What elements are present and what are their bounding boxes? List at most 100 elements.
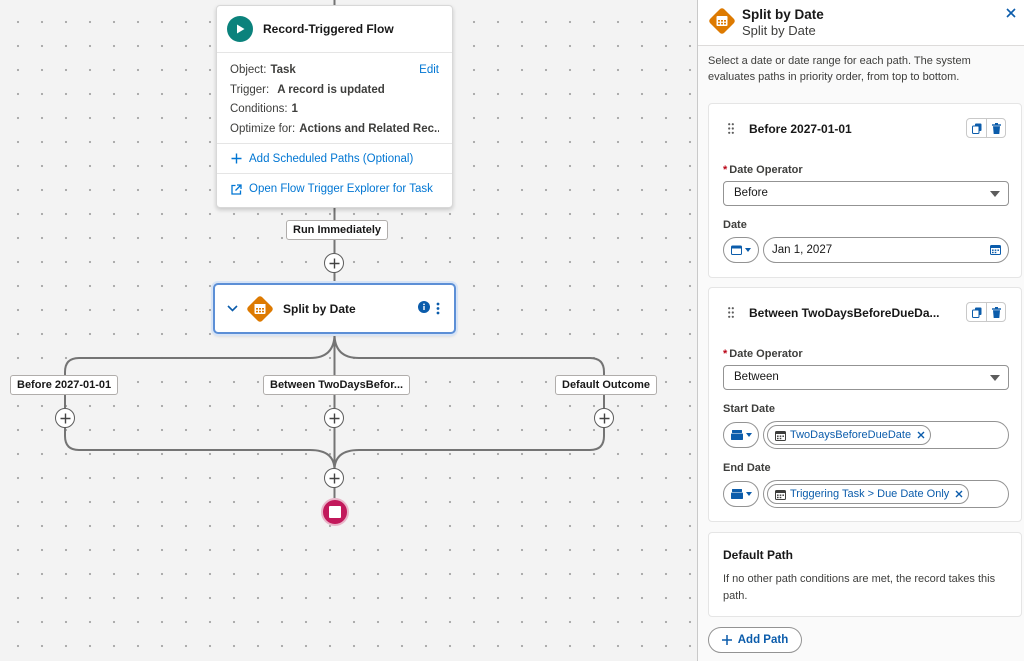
- remove-icon[interactable]: [917, 431, 925, 439]
- copy-path-button[interactable]: [967, 119, 986, 137]
- add-scheduled-paths-link[interactable]: Add Scheduled Paths (Optional): [217, 144, 452, 174]
- add-path-label: Add Path: [737, 634, 789, 646]
- path-card-before: Before 2027-01-01 * Date Operator Before …: [708, 103, 1022, 278]
- start-trigger-card[interactable]: Record-Triggered Flow Object: Task Edit …: [216, 5, 453, 208]
- end-date-pill[interactable]: Triggering Task > Due Date Only: [767, 484, 970, 504]
- end-date-label: End Date: [723, 462, 771, 474]
- object-value: Task: [270, 64, 296, 76]
- info-icon[interactable]: [418, 301, 430, 316]
- date-input[interactable]: Jan 1, 2027: [763, 237, 1009, 263]
- panel-description: Select a date or date range for each pat…: [708, 55, 971, 83]
- resource-icon: [730, 430, 743, 440]
- drag-handle-icon[interactable]: [728, 123, 734, 134]
- copy-icon: [971, 123, 981, 134]
- default-path-title: Default Path: [723, 548, 794, 562]
- path-actions: [966, 118, 1006, 138]
- copy-path-button[interactable]: [967, 303, 986, 321]
- plus-icon: [599, 413, 609, 423]
- date-label: Date: [723, 219, 747, 231]
- trigger-label: Trigger:: [230, 83, 270, 96]
- end-node[interactable]: [321, 498, 349, 526]
- calendar-icon: [731, 245, 742, 255]
- delete-path-button[interactable]: [986, 119, 1005, 137]
- date-type-picker[interactable]: [723, 237, 759, 263]
- more-actions-icon[interactable]: [436, 302, 440, 315]
- add-element-button[interactable]: [324, 408, 344, 428]
- chevron-down-icon[interactable]: [227, 305, 238, 312]
- end-date-input[interactable]: Triggering Task > Due Date Only: [763, 480, 1009, 508]
- conditions-label: Conditions:: [230, 103, 288, 115]
- calendar-decision-icon: [246, 295, 274, 323]
- date-operator-select[interactable]: Between: [723, 365, 1009, 390]
- object-row: Object: Task Edit: [230, 61, 439, 81]
- start-date-input[interactable]: TwoDaysBeforeDueDate: [763, 421, 1009, 449]
- add-element-button[interactable]: [55, 408, 75, 428]
- start-date-pill[interactable]: TwoDaysBeforeDueDate: [767, 425, 932, 445]
- open-trigger-explorer-link[interactable]: Open Flow Trigger Explorer for Task: [217, 174, 452, 204]
- branch-label-default: Default Outcome: [555, 375, 658, 395]
- plus-icon: [329, 413, 339, 423]
- path-title: Before 2027-01-01: [749, 122, 852, 136]
- panel-subtitle: Split by Date: [742, 23, 816, 38]
- add-element-button[interactable]: [324, 253, 344, 273]
- add-scheduled-paths-label: Add Scheduled Paths (Optional): [249, 152, 414, 165]
- delete-path-button[interactable]: [986, 303, 1005, 321]
- end-date-type-picker[interactable]: [723, 481, 759, 507]
- properties-panel: Split by Date Split by Date Select a dat…: [697, 0, 1024, 661]
- add-path-button[interactable]: Add Path: [708, 627, 802, 653]
- plus-icon: [721, 635, 732, 645]
- trash-icon: [991, 306, 1001, 318]
- flow-canvas[interactable]: Record-Triggered Flow Object: Task Edit …: [0, 0, 697, 661]
- calendar-decision-icon: [708, 7, 736, 35]
- plus-icon: [231, 153, 242, 164]
- drag-handle-icon[interactable]: [728, 307, 734, 318]
- trigger-card-header: Record-Triggered Flow: [217, 6, 452, 53]
- optimize-row: Optimize for: Actions and Related Rec...: [230, 120, 439, 140]
- trigger-value: A record is updated: [277, 83, 385, 96]
- trigger-card-details: Object: Task Edit Trigger: A record is u…: [217, 53, 452, 144]
- plus-icon: [329, 258, 339, 268]
- start-date-label: Start Date: [723, 403, 775, 415]
- calendar-icon: [775, 430, 786, 441]
- split-by-date-node[interactable]: Split by Date: [213, 283, 456, 334]
- remove-icon[interactable]: [955, 490, 963, 498]
- date-operator-label: * Date Operator: [723, 348, 803, 360]
- edit-trigger-link[interactable]: Edit: [419, 61, 439, 81]
- panel-header: Split by Date Split by Date: [698, 0, 1024, 46]
- calendar-icon[interactable]: [990, 244, 1001, 255]
- optimize-value: Actions and Related Rec...: [299, 122, 439, 135]
- optimize-label: Optimize for:: [230, 122, 296, 135]
- copy-icon: [971, 307, 981, 318]
- panel-title: Split by Date: [742, 7, 824, 22]
- plus-icon: [329, 473, 339, 483]
- stop-icon: [329, 506, 341, 518]
- calendar-icon: [775, 489, 786, 500]
- trigger-row: Trigger: A record is updated: [230, 81, 439, 101]
- plus-icon: [60, 413, 70, 423]
- path-card-between: Between TwoDaysBeforeDueDa... * Date Oper…: [708, 287, 1022, 522]
- trash-icon: [991, 122, 1001, 134]
- add-element-button[interactable]: [594, 408, 614, 428]
- trigger-card-title: Record-Triggered Flow: [263, 22, 394, 36]
- close-icon[interactable]: [1006, 8, 1016, 18]
- path-actions: [966, 302, 1006, 322]
- caret-down-icon: [990, 191, 1000, 197]
- branch-label-between: Between TwoDaysBefor...: [263, 375, 411, 395]
- object-label: Object:: [230, 64, 267, 76]
- conditions-row: Conditions: 1: [230, 100, 439, 120]
- start-date-type-picker[interactable]: [723, 422, 759, 448]
- open-trigger-explorer-label: Open Flow Trigger Explorer for Task: [249, 183, 433, 195]
- run-immediately-label: Run Immediately: [286, 220, 389, 240]
- caret-down-icon: [990, 375, 1000, 381]
- path-title: Between TwoDaysBeforeDueDa...: [749, 306, 940, 320]
- default-path-text: If no other path conditions are met, the…: [723, 573, 996, 602]
- conditions-value: 1: [291, 103, 298, 115]
- date-operator-label: * Date Operator: [723, 164, 803, 176]
- date-operator-select[interactable]: Before: [723, 181, 1009, 206]
- add-element-button[interactable]: [324, 468, 344, 488]
- default-path-card: Default Path If no other path conditions…: [708, 532, 1022, 617]
- external-link-icon: [231, 183, 242, 195]
- split-by-date-label: Split by Date: [283, 301, 356, 316]
- play-icon: [227, 16, 253, 42]
- branch-label-before: Before 2027-01-01: [10, 375, 119, 395]
